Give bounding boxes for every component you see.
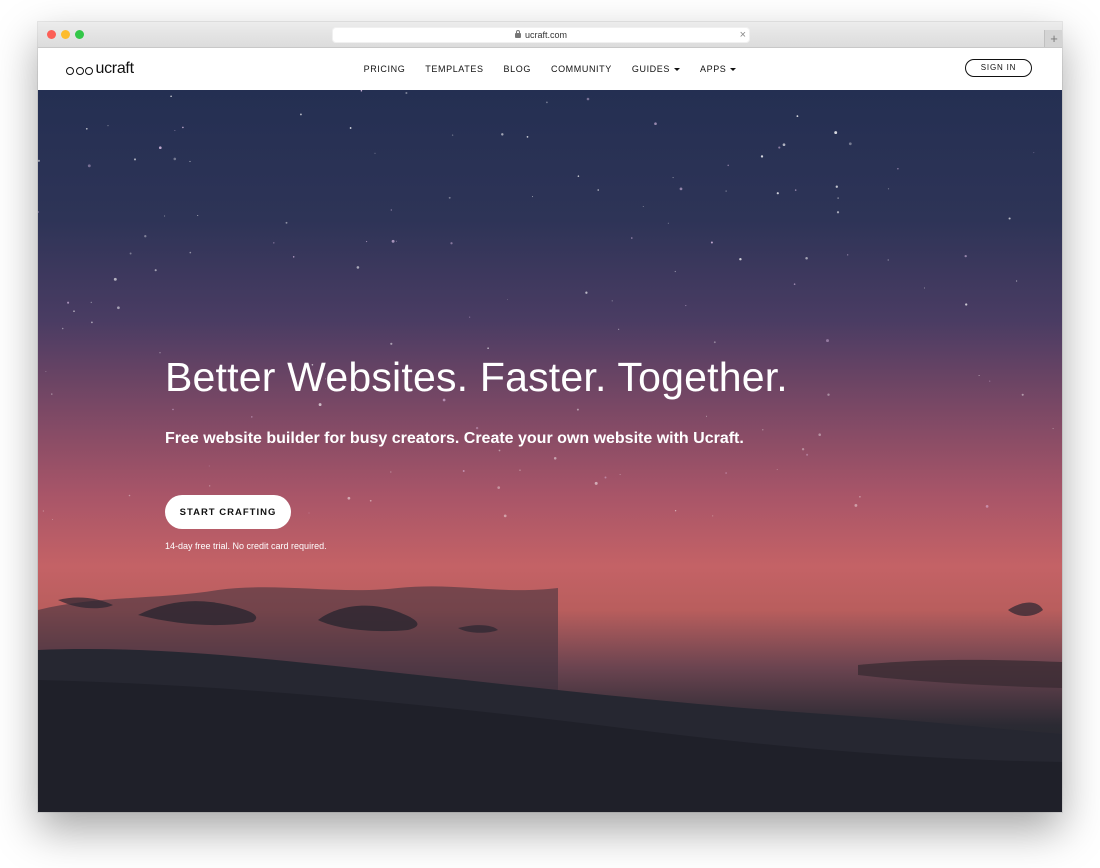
nav-label: GUIDES [631, 64, 670, 74]
hero-subhead: Free website builder for busy creators. … [165, 430, 744, 447]
close-icon[interactable]: × [740, 27, 746, 43]
browser-titlebar: ucraft.com × + [38, 22, 1062, 48]
close-window-button[interactable] [47, 30, 56, 39]
minimize-window-button[interactable] [61, 30, 70, 39]
nav-item-apps[interactable]: APPS [699, 64, 737, 74]
address-bar[interactable]: ucraft.com × [332, 27, 750, 43]
nav-label: BLOG [503, 64, 531, 74]
nav-item-guides[interactable]: GUIDES [632, 64, 680, 74]
nav-label: APPS [699, 64, 727, 74]
nav-item-pricing[interactable]: PRICING [364, 64, 406, 74]
trial-note: 14-day free trial. No credit card requir… [165, 541, 327, 551]
new-tab-button[interactable]: + [1044, 30, 1062, 47]
nav-item-blog[interactable]: BLOG [504, 64, 531, 74]
hero-headline: Better Websites. Faster. Together. [165, 354, 788, 400]
logo-dot [66, 66, 74, 75]
site-header: ucraft PRICING TEMPLATES BLOG COMMUNITY … [38, 48, 1062, 91]
main-menu: PRICING TEMPLATES BLOG COMMUNITY GUIDES … [38, 48, 1062, 90]
start-crafting-button[interactable]: START CRAFTING [165, 495, 291, 529]
nav-label: TEMPLATES [425, 64, 484, 74]
caret-down-icon [673, 67, 680, 71]
logo-text: ucraft [95, 60, 135, 77]
nav-label: PRICING [363, 64, 406, 74]
nav-label: COMMUNITY [550, 64, 612, 74]
address-url: ucraft.com [524, 30, 567, 40]
hero-section: Better Websites. Faster. Together. Free … [38, 90, 1062, 812]
maximize-window-button[interactable] [75, 30, 84, 39]
nav-item-templates[interactable]: TEMPLATES [425, 64, 483, 74]
browser-window: ucraft.com × + ucraft PRICING TEMPLATES … [38, 22, 1062, 812]
logo-dot [85, 66, 93, 75]
ucraft-logo[interactable]: ucraft [66, 60, 134, 78]
hill-silhouette [38, 586, 1062, 812]
sign-in-button[interactable]: SIGN IN [965, 59, 1032, 77]
lock-icon [514, 30, 521, 38]
nav-item-community[interactable]: COMMUNITY [551, 64, 612, 74]
caret-down-icon [730, 67, 737, 71]
logo-dot [75, 66, 84, 75]
